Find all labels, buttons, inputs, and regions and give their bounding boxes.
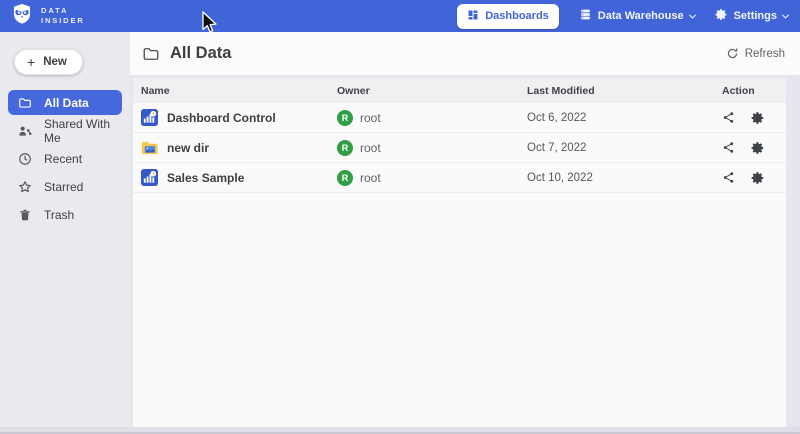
owl-icon (10, 2, 34, 31)
column-header-owner: Owner (329, 85, 519, 97)
database-icon (579, 8, 592, 24)
last-modified: Oct 6, 2022 (519, 112, 714, 124)
last-modified: Oct 7, 2022 (519, 142, 714, 154)
sidebar-item-label: All Data (44, 96, 89, 110)
table-row[interactable]: Dashboard Control R root Oct 6, 2022 (133, 103, 786, 133)
refresh-label: Refresh (745, 48, 785, 60)
sidebar-item-label: Starred (44, 180, 83, 194)
gear-icon (751, 171, 765, 185)
sidebar-item-label: Trash (44, 208, 74, 222)
settings-button[interactable] (751, 141, 765, 155)
gear-icon (751, 111, 765, 125)
owner-name: root (360, 141, 381, 155)
top-nav: Dashboards Data Warehouse (457, 4, 788, 29)
sidebar-item-starred[interactable]: Starred (8, 174, 122, 199)
star-icon (18, 180, 32, 194)
nav-dashboards-label: Dashboards (485, 10, 549, 22)
column-header-action: Action (714, 85, 786, 97)
sidebar-item-recent[interactable]: Recent (8, 146, 122, 171)
table-row[interactable]: Sales Sample R root Oct 10, 2022 (133, 163, 786, 193)
page-title: All Data (170, 44, 231, 63)
sidebar-item-all-data[interactable]: All Data (8, 90, 122, 115)
sidebar: + New All Data Shared With Me (0, 32, 130, 427)
nav-data-warehouse-label: Data Warehouse (598, 10, 684, 22)
nav-settings-label: Settings (734, 10, 777, 22)
share-icon (722, 111, 735, 124)
file-table: Name Owner Last Modified Action (133, 78, 786, 427)
share-icon (722, 171, 735, 184)
column-header-last-modified: Last Modified (519, 85, 714, 97)
nav-dashboards-button[interactable]: Dashboards (457, 4, 559, 29)
refresh-icon (726, 47, 739, 60)
folder-icon (142, 45, 160, 63)
share-button[interactable] (722, 171, 735, 184)
owner-avatar: R (337, 110, 353, 126)
last-modified: Oct 10, 2022 (519, 172, 714, 184)
settings-button[interactable] (751, 171, 765, 185)
content-header: All Data Refresh (130, 32, 800, 76)
gear-icon (751, 141, 765, 155)
settings-button[interactable] (751, 111, 765, 125)
column-header-name: Name (133, 85, 329, 97)
refresh-button[interactable]: Refresh (726, 47, 785, 60)
folder-icon (18, 96, 32, 110)
dashboard-chart-icon (141, 169, 158, 186)
plus-icon: + (27, 57, 35, 67)
share-button[interactable] (722, 141, 735, 154)
table-header-row: Name Owner Last Modified Action (133, 78, 786, 103)
file-name: Sales Sample (167, 171, 244, 185)
new-button-label: New (43, 56, 67, 68)
share-icon (722, 141, 735, 154)
dashboard-grid-icon (467, 9, 479, 24)
trash-icon (18, 208, 32, 222)
folder-image-icon (141, 139, 158, 156)
sidebar-item-label: Shared With Me (44, 117, 112, 145)
brand-logo: DATA INSIDER (10, 2, 85, 31)
sidebar-item-shared-with-me[interactable]: Shared With Me (8, 118, 122, 143)
chevron-down-icon (782, 11, 789, 18)
file-name: new dir (167, 141, 209, 155)
owner-name: root (360, 111, 381, 125)
owner-name: root (360, 171, 381, 185)
clock-icon (18, 152, 32, 166)
table-row[interactable]: new dir R root Oct 7, 2022 (133, 133, 786, 163)
sidebar-item-label: Recent (44, 152, 82, 166)
nav-data-warehouse[interactable]: Data Warehouse (579, 8, 695, 24)
window-bottom-edge (0, 427, 800, 434)
owner-avatar: R (337, 140, 353, 156)
new-button[interactable]: + New (14, 49, 83, 75)
dashboard-chart-icon (141, 109, 158, 126)
sidebar-item-trash[interactable]: Trash (8, 202, 122, 227)
file-name: Dashboard Control (167, 111, 276, 125)
nav-settings[interactable]: Settings (715, 8, 788, 24)
chevron-down-icon (689, 11, 696, 18)
app-window: DATA INSIDER Dashboards (0, 0, 800, 434)
owner-avatar: R (337, 170, 353, 186)
top-bar: DATA INSIDER Dashboards (0, 0, 800, 32)
share-button[interactable] (722, 111, 735, 124)
brand-name: DATA INSIDER (41, 6, 85, 26)
shared-people-icon (18, 124, 32, 138)
gear-icon (715, 8, 728, 24)
